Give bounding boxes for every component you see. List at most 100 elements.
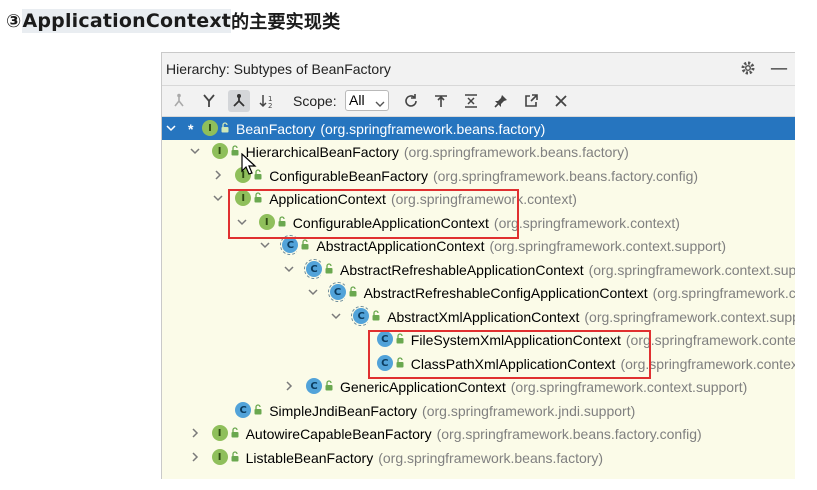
- package-name: (org.springframework.context): [493, 214, 680, 231]
- chevron-right-icon[interactable]: [190, 428, 200, 438]
- class-icon: C: [235, 402, 252, 418]
- root-marker-icon: *: [188, 120, 194, 137]
- tree-row-label: AbstractRefreshableApplicationContext (or…: [340, 262, 795, 278]
- type-name: HierarchicalBeanFactory: [245, 143, 399, 160]
- chevron-down-icon[interactable]: [213, 193, 223, 203]
- tree-row[interactable]: C SimpleJndiBeanFactory (org.springframewo…: [162, 399, 795, 422]
- public-access-icon: [325, 263, 333, 274]
- svg-text:2: 2: [268, 102, 272, 109]
- abstract-class-icon: C: [327, 282, 348, 302]
- chevron-down-icon[interactable]: [308, 287, 318, 297]
- type-name: SimpleJndiBeanFactory: [269, 402, 418, 419]
- interface-icon: I: [211, 143, 228, 159]
- type-name: ConfigurableBeanFactory: [269, 167, 428, 184]
- public-access-icon: [325, 380, 333, 391]
- tree-row-label: AbstractRefreshableConfigApplicationCont…: [364, 285, 795, 301]
- package-name: (org.springframework.jndi.support): [422, 402, 636, 419]
- chevron-down-icon[interactable]: [190, 146, 200, 156]
- tree-row-label: ListableBeanFactory (org.springframework.…: [246, 450, 604, 466]
- scope-label: Scope:: [293, 93, 337, 109]
- interface-icon: I: [202, 120, 218, 136]
- type-name: AbstractApplicationContext: [316, 237, 485, 254]
- subtypes-icon[interactable]: [198, 90, 220, 112]
- abstract-class-icon: C: [280, 235, 301, 255]
- chevron-down-icon[interactable]: [331, 311, 341, 321]
- tree-row[interactable]: C AbstractXmlApplicationContext (org.sprin…: [162, 305, 795, 328]
- public-access-icon: [254, 404, 262, 415]
- type-name: AbstractRefreshableConfigApplicationCont…: [363, 284, 648, 301]
- interface-icon: I: [211, 449, 228, 465]
- interface-icon: I: [211, 425, 228, 441]
- tree-row-label: AutowireCapableBeanFactory (org.springfra…: [246, 426, 702, 442]
- mouse-cursor-icon: [241, 153, 257, 175]
- tree-row[interactable]: C AbstractRefreshableApplicationContext (o…: [162, 258, 795, 281]
- type-name: AbstractXmlApplicationContext: [387, 308, 580, 325]
- scope-value: All: [349, 92, 365, 108]
- hierarchy-toolbar: 12 Scope: All: [162, 86, 795, 117]
- class-icon: C: [306, 378, 322, 394]
- minimize-icon[interactable]: —: [770, 58, 788, 79]
- public-access-icon: [372, 310, 380, 321]
- package-name: (org.springframework.context.support): [588, 261, 795, 278]
- tree-row[interactable]: C AbstractRefreshableConfigApplicationCon…: [162, 281, 795, 304]
- panel-title: Hierarchy: Subtypes of BeanFactory: [166, 61, 391, 77]
- chevron-down-icon[interactable]: [284, 264, 294, 274]
- gear-icon[interactable]: [740, 60, 756, 80]
- expand-all-icon[interactable]: [460, 90, 482, 112]
- tree-row[interactable]: I AutowireCapableBeanFactory (org.springfr…: [162, 422, 795, 445]
- type-name: AutowireCapableBeanFactory: [245, 425, 432, 442]
- annotation-box-xml-contexts: [368, 330, 651, 379]
- close-icon[interactable]: [550, 90, 572, 112]
- tree-row-label: HierarchicalBeanFactory (org.springframew…: [246, 144, 629, 160]
- tree-row-label: BeanFactory (org.springframework.beans.fa…: [236, 121, 545, 137]
- pin-icon[interactable]: [490, 90, 512, 112]
- public-access-icon: [231, 451, 239, 462]
- public-access-icon: [221, 122, 229, 133]
- tree-row-label: AbstractXmlApplicationContext (org.spring…: [387, 309, 795, 325]
- public-access-icon: [231, 427, 239, 438]
- type-name: GenericApplicationContext: [340, 378, 506, 395]
- heading-highlight: ApplicationContext: [22, 9, 232, 33]
- abstract-class-icon: C: [351, 306, 372, 326]
- chevron-right-icon[interactable]: [190, 452, 200, 462]
- package-name: (org.springframework.beans.factory.confi…: [432, 167, 699, 184]
- public-access-icon: [231, 145, 239, 156]
- type-name: BeanFactory: [236, 120, 316, 137]
- package-name: (org.springframework.context.support): [584, 308, 795, 325]
- tree-row[interactable]: I ListableBeanFactory (org.springframework…: [162, 446, 795, 469]
- sort-alpha-icon[interactable]: 12: [258, 90, 280, 112]
- tree-row[interactable]: * I BeanFactory (org.springframework.beans.…: [162, 117, 795, 140]
- scope-select[interactable]: All: [345, 90, 389, 111]
- annotation-box-application-context: [228, 189, 519, 239]
- class-hierarchy-icon[interactable]: [228, 90, 250, 112]
- package-name: (org.springframework.beans.factory): [378, 449, 604, 466]
- package-name: (org.springframework.context.support): [625, 331, 795, 348]
- tree-row-label: AbstractApplicationContext (org.springfra…: [316, 238, 726, 254]
- chevron-down-icon: [375, 95, 385, 114]
- tree-row-label: GenericApplicationContext (org.springfram…: [340, 379, 747, 395]
- public-access-icon: [349, 286, 357, 297]
- package-name: (org.springframework.context.support): [489, 237, 727, 254]
- section-heading: ③ ApplicationContext 的主要实现类: [6, 8, 340, 34]
- tree-row-label: ConfigurableBeanFactory (org.springframew…: [269, 168, 698, 184]
- pin-scope-icon[interactable]: [430, 90, 452, 112]
- type-name: ListableBeanFactory: [245, 449, 374, 466]
- chevron-down-icon[interactable]: [166, 123, 176, 133]
- package-name: (org.springframework.context.support): [510, 378, 748, 395]
- package-name: (org.springframework.beans.factory): [403, 143, 629, 160]
- heading-number: ③: [6, 10, 22, 32]
- package-name: (org.springframework.beans.factory): [320, 120, 546, 137]
- type-name: AbstractRefreshableApplicationContext: [340, 261, 584, 278]
- chevron-right-icon[interactable]: [284, 381, 294, 391]
- abstract-class-icon: C: [304, 259, 324, 279]
- package-name: (org.springframework.beans.factory.confi…: [436, 425, 702, 442]
- package-name: (org.springframework.context.support): [652, 284, 795, 301]
- export-icon[interactable]: [520, 90, 542, 112]
- heading-rest: 的主要实现类: [231, 12, 341, 33]
- panel-titlebar: Hierarchy: Subtypes of BeanFactory —: [162, 53, 795, 86]
- refresh-icon[interactable]: [400, 90, 422, 112]
- chevron-down-icon[interactable]: [260, 240, 270, 250]
- public-access-icon: [301, 239, 309, 250]
- supertypes-icon[interactable]: [168, 90, 190, 112]
- chevron-right-icon[interactable]: [213, 170, 223, 180]
